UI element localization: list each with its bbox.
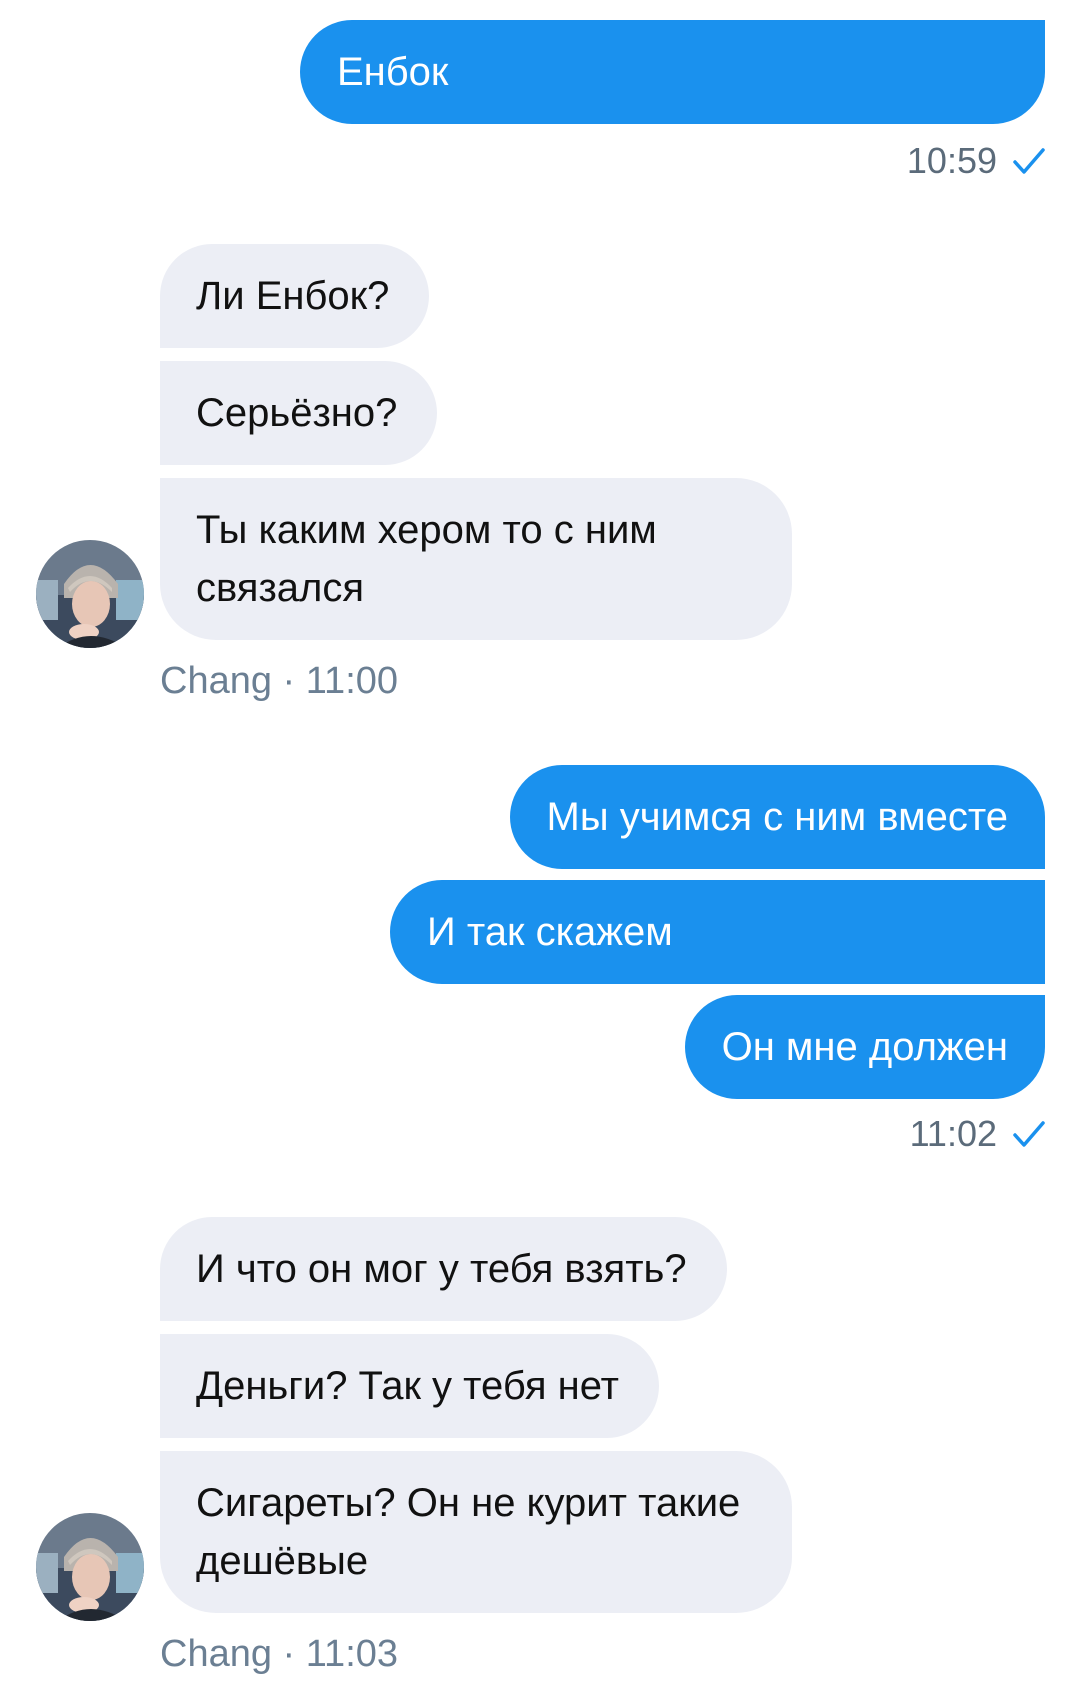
message-meta: 11:02 [910,1113,1045,1155]
message-text: Сигареты? Он не курит такие дешёвые [196,1481,741,1583]
message-text: Мы учимся с ним вместе [546,795,1008,839]
message-meta: 10:59 [907,140,1045,182]
outgoing-message-bubble[interactable]: Мы учимся с ним вместе [509,765,1045,869]
message-text: И что он мог у тебя взять? [196,1247,687,1291]
avatar[interactable] [36,540,144,648]
message-time: 11:02 [909,1113,997,1154]
incoming-message-bubble[interactable]: И что он мог у тебя взять? [160,1217,727,1321]
message-text: Серьёзно? [196,391,398,435]
outgoing-message-bubble[interactable]: И так скажем [390,880,1045,984]
sender-meta: Chang · 11:03 [160,1633,399,1675]
avatar-image [36,1513,144,1621]
outgoing-message-bubble[interactable]: Енбок [300,20,1045,124]
message-text: И так скажем [427,910,673,954]
avatar-image [36,540,144,648]
incoming-message-bubble[interactable]: Деньги? Так у тебя нет [160,1334,659,1438]
incoming-message-bubble[interactable]: Сигареты? Он не курит такие дешёвые [160,1451,792,1613]
check-icon [1013,148,1045,174]
message-text: Ты каким хером то с ним связался [196,508,657,610]
message-text: Он мне должен [721,1025,1008,1069]
message-text: Ли Енбок? [196,274,390,318]
outgoing-message-bubble[interactable]: Он мне должен [684,995,1045,1099]
message-text: Енбок [337,50,449,94]
message-time: 10:59 [906,140,997,181]
incoming-message-bubble[interactable]: Ли Енбок? [160,244,430,348]
incoming-message-bubble[interactable]: Серьёзно? [160,361,438,465]
avatar[interactable] [36,1513,144,1621]
chat-thread: Енбок 10:59 Ли Енбок? Серьёзно? Ты каким… [0,0,1080,1690]
message-text: Деньги? Так у тебя нет [196,1364,619,1408]
incoming-message-bubble[interactable]: Ты каким хером то с ним связался [160,478,792,640]
sender-meta: Chang · 11:00 [160,660,399,702]
check-icon [1013,1121,1045,1147]
